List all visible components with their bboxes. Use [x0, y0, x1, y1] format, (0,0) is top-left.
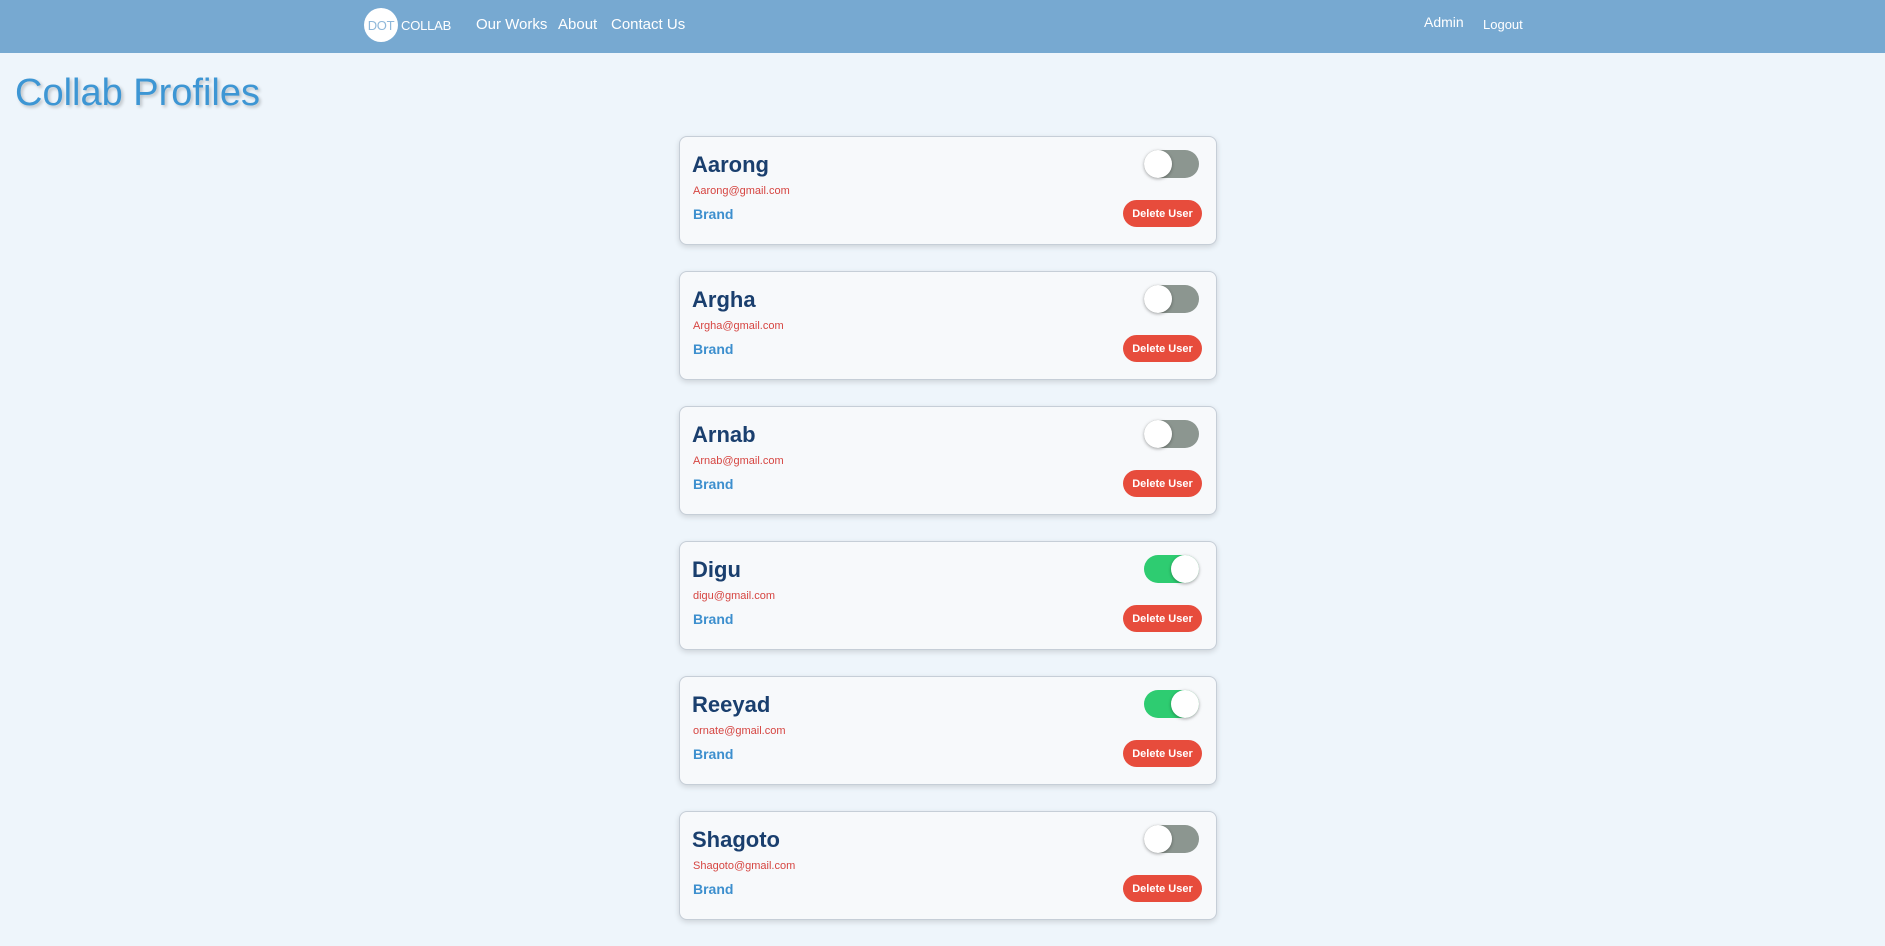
profile-card: Aarong Aarong@gmail.com Brand Delete Use…	[679, 136, 1217, 245]
logout-link[interactable]: Logout	[1483, 17, 1523, 32]
delete-user-button[interactable]: Delete User	[1123, 470, 1202, 497]
profile-role: Brand	[693, 746, 734, 762]
nav-link-contact-us[interactable]: Contact Us	[611, 16, 685, 33]
profile-role: Brand	[693, 611, 734, 627]
toggle-knob	[1144, 420, 1172, 448]
profile-card: Reeyad ornate@gmail.com Brand Delete Use…	[679, 676, 1217, 785]
delete-user-button[interactable]: Delete User	[1123, 875, 1202, 902]
status-toggle[interactable]	[1144, 690, 1199, 718]
profile-name: Argha	[692, 287, 756, 312]
profile-name: Reeyad	[692, 692, 771, 717]
delete-user-button[interactable]: Delete User	[1123, 605, 1202, 632]
nav-link-our-works[interactable]: Our Works	[476, 16, 547, 33]
profile-name: Arnab	[692, 422, 756, 447]
profile-role: Brand	[693, 476, 734, 492]
profile-list: Aarong Aarong@gmail.com Brand Delete Use…	[679, 136, 1217, 946]
logo-text: COLLAB	[401, 17, 452, 33]
profile-role: Brand	[693, 341, 734, 357]
profile-name: Shagoto	[692, 827, 780, 852]
profile-card: Shagoto Shagoto@gmail.com Brand Delete U…	[679, 811, 1217, 920]
delete-user-button[interactable]: Delete User	[1123, 740, 1202, 767]
logo-circle: DOT	[364, 8, 398, 42]
toggle-knob	[1144, 285, 1172, 313]
profile-name: Digu	[692, 557, 741, 582]
toggle-knob	[1144, 150, 1172, 178]
toggle-knob	[1171, 690, 1199, 718]
profile-card: Digu digu@gmail.com Brand Delete User	[679, 541, 1217, 650]
profile-email: digu@gmail.com	[693, 590, 776, 602]
status-toggle[interactable]	[1144, 150, 1199, 178]
page-title: Collab Profiles	[15, 72, 260, 114]
delete-user-button[interactable]: Delete User	[1123, 200, 1202, 227]
nav-link-about[interactable]: About	[558, 16, 597, 33]
toggle-knob	[1171, 555, 1199, 583]
brand-logo[interactable]: DOT COLLAB	[364, 8, 451, 42]
profile-email: Argha@gmail.com	[693, 320, 784, 332]
status-toggle[interactable]	[1144, 420, 1199, 448]
profile-email: Shagoto@gmail.com	[693, 860, 796, 872]
profile-role: Brand	[693, 206, 734, 222]
profile-email: ornate@gmail.com	[693, 725, 786, 737]
profile-card: Arnab Arnab@gmail.com Brand Delete User	[679, 406, 1217, 515]
status-toggle[interactable]	[1144, 825, 1199, 853]
status-toggle[interactable]	[1144, 555, 1199, 583]
profile-role: Brand	[693, 881, 734, 897]
delete-user-button[interactable]: Delete User	[1123, 335, 1202, 362]
admin-link[interactable]: Admin	[1424, 14, 1464, 30]
profile-email: Aarong@gmail.com	[693, 185, 790, 197]
status-toggle[interactable]	[1144, 285, 1199, 313]
profile-name: Aarong	[692, 152, 769, 177]
profile-email: Arnab@gmail.com	[693, 455, 784, 467]
profile-card: Argha Argha@gmail.com Brand Delete User	[679, 271, 1217, 380]
top-navbar: DOT COLLAB Our Works About Contact Us Ad…	[0, 0, 1885, 53]
toggle-knob	[1144, 825, 1172, 853]
